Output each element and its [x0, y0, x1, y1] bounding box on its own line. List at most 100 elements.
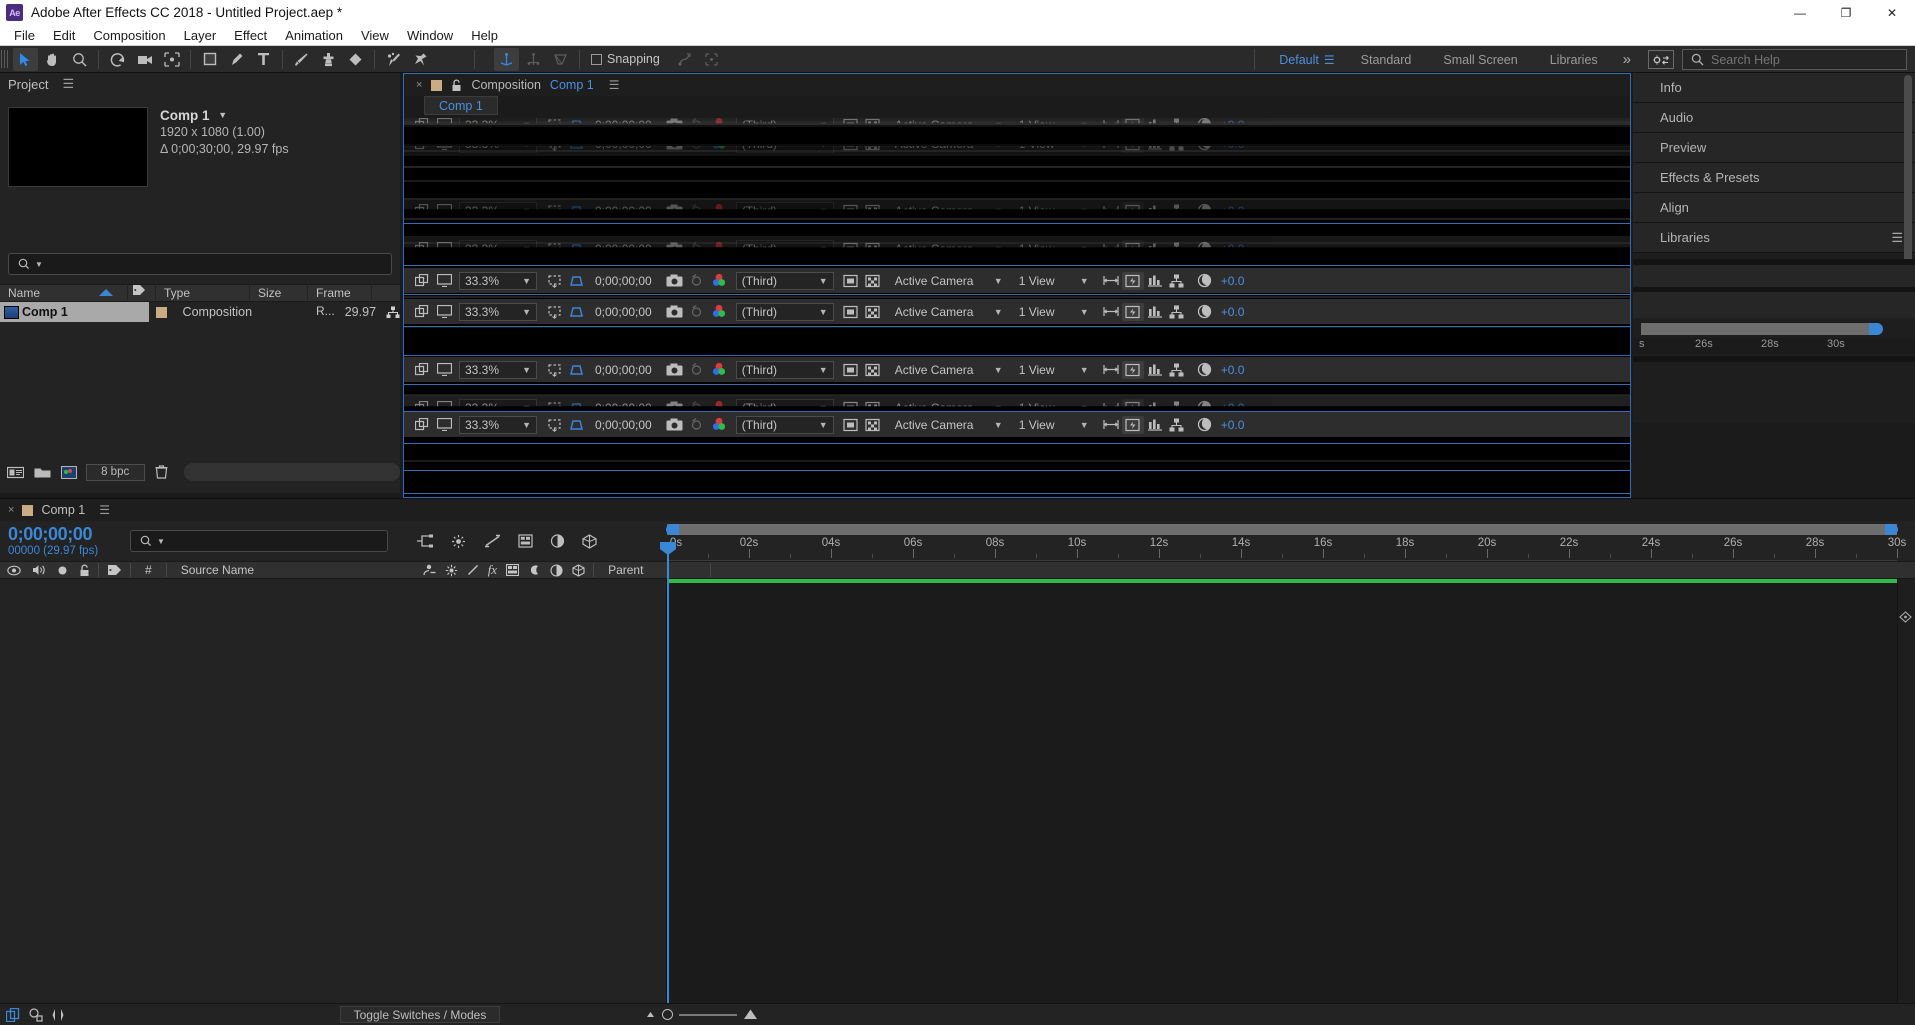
resolution-select[interactable]: (Third)▼ [735, 302, 834, 321]
column-size[interactable]: Size [250, 284, 308, 302]
project-search-field[interactable]: ▼ [8, 253, 392, 275]
audio-speaker-icon[interactable] [32, 564, 46, 576]
pixel-aspect-correction-icon[interactable] [1100, 303, 1122, 321]
always-preview-icon[interactable] [411, 272, 433, 290]
timeline-layer-list[interactable] [0, 579, 667, 1003]
toggle-transparency-grid-icon[interactable] [862, 272, 884, 290]
region-of-interest-icon[interactable] [543, 272, 565, 290]
graph-editor-icon[interactable] [582, 533, 597, 549]
monitor-icon[interactable] [433, 361, 455, 379]
work-area-start-handle[interactable] [666, 524, 679, 535]
camera-select[interactable]: Active Camera▼ [890, 361, 1008, 379]
exposure-reset-icon[interactable] [1194, 361, 1216, 379]
transparency-grid-icon[interactable] [565, 361, 587, 379]
frame-blending-icon[interactable] [518, 534, 533, 548]
always-preview-icon[interactable] [411, 303, 433, 321]
workspace-settings-icon[interactable] [1648, 50, 1674, 69]
region-of-interest-toggle-icon[interactable] [840, 361, 862, 379]
collapse-icon[interactable] [467, 564, 479, 576]
search-dropdown-icon[interactable]: ▼ [35, 260, 43, 269]
fast-previews-icon[interactable] [1121, 271, 1144, 290]
panel-audio[interactable]: Audio [1633, 103, 1915, 133]
table-row[interactable]: Comp 1 Composition 29.97 [0, 302, 400, 322]
transparency-grid-icon[interactable] [565, 303, 587, 321]
column-frame-rate[interactable]: Frame R... [308, 284, 372, 318]
pixel-aspect-correction-icon[interactable] [1100, 416, 1122, 434]
pixel-aspect-correction-icon[interactable] [1100, 272, 1122, 290]
camera-select[interactable]: Active Camera▼ [890, 303, 1008, 321]
composition-mini-flowchart-icon[interactable] [416, 534, 433, 548]
show-snapshot-icon[interactable] [686, 303, 708, 321]
exposure-reset-icon[interactable] [1194, 416, 1216, 434]
snap-align-icon[interactable] [672, 48, 697, 71]
magnification-select[interactable]: 33.3%▼ [459, 360, 537, 379]
column-type[interactable]: Type [156, 284, 250, 302]
large-thumb-icon[interactable] [743, 1009, 758, 1020]
region-of-interest-icon[interactable] [543, 361, 565, 379]
menu-file[interactable]: File [5, 25, 44, 46]
resolution-select[interactable]: (Third)▼ [735, 415, 834, 434]
workspace-standard[interactable]: Standard [1345, 53, 1428, 67]
zoom-tool[interactable] [67, 48, 92, 71]
puppet-pin-tool[interactable] [408, 48, 433, 71]
in-out-panel-icon[interactable] [52, 1008, 64, 1022]
menu-help[interactable]: Help [462, 25, 507, 46]
camera-tool[interactable] [132, 48, 157, 71]
always-preview-icon[interactable] [411, 361, 433, 379]
lock-icon[interactable] [79, 563, 90, 577]
eraser-tool[interactable] [343, 48, 368, 71]
tag-icon[interactable] [107, 564, 122, 576]
workspace-libraries[interactable]: Libraries [1534, 53, 1614, 67]
close-icon[interactable]: × [416, 79, 422, 91]
pen-tool[interactable] [224, 48, 249, 71]
small-thumb-icon[interactable] [645, 1010, 656, 1019]
resolution-select[interactable]: (Third)▼ [735, 271, 834, 290]
local-axis-mode-icon[interactable] [494, 47, 519, 71]
adjustment-icon[interactable] [550, 563, 563, 577]
column-source-name[interactable]: Source Name [175, 563, 415, 577]
panel-info[interactable]: Info [1633, 73, 1915, 103]
shy-icon[interactable] [445, 564, 458, 577]
layer-switches-icon[interactable] [6, 1007, 20, 1022]
views-select[interactable]: 1 View▼ [1014, 416, 1094, 434]
interpret-footage-icon[interactable] [5, 463, 26, 481]
timeline-zoom-slider[interactable] [645, 1009, 758, 1020]
panel-effects-presets[interactable]: Effects & Presets [1633, 163, 1915, 193]
work-area-bar[interactable] [666, 524, 1898, 535]
workspace-menu-icon[interactable]: ☰ [1322, 53, 1345, 67]
shape-tool[interactable] [197, 48, 222, 71]
zoom-slider-knob[interactable] [662, 1009, 673, 1020]
work-area-end-handle[interactable] [1885, 524, 1898, 535]
views-select[interactable]: 1 View▼ [1014, 361, 1094, 379]
timeline-button-icon[interactable] [1144, 361, 1166, 379]
fx-icon[interactable]: fx [488, 562, 497, 578]
show-channel-icon[interactable] [708, 303, 730, 321]
snap-bounds-icon[interactable] [699, 48, 724, 71]
search-help-input[interactable] [1711, 52, 1881, 67]
panel-libraries[interactable]: Libraries ☰ [1633, 223, 1915, 253]
draft-3d-icon[interactable] [450, 534, 467, 549]
column-label-swatch[interactable] [128, 284, 156, 302]
toolbar-drag-handle[interactable] [1, 50, 10, 68]
toggle-transparency-grid-icon[interactable] [862, 416, 884, 434]
fast-previews-icon[interactable] [1121, 415, 1144, 434]
resolution-select[interactable]: (Third)▼ [735, 360, 834, 379]
workspace-default[interactable]: Default [1263, 53, 1322, 67]
timeline-button-icon[interactable] [1144, 416, 1166, 434]
always-preview-icon[interactable] [411, 416, 433, 434]
view-axis-mode-icon[interactable] [548, 48, 573, 71]
new-folder-icon[interactable] [32, 463, 53, 481]
world-axis-mode-icon[interactable] [521, 48, 546, 71]
maximize-button[interactable]: ❐ [1823, 0, 1869, 25]
take-snapshot-icon[interactable] [664, 361, 686, 379]
solo-icon[interactable] [57, 565, 68, 576]
viewer-options-bar[interactable]: 33.3%▼ 0;00;00;00 (Third)▼ Active Camera▼ 1 … [404, 357, 1630, 382]
region-of-interest-toggle-icon[interactable] [840, 272, 862, 290]
timeline-button-icon[interactable] [1144, 303, 1166, 321]
comp-flowchart-icon[interactable] [1166, 361, 1188, 379]
motion-blur-icon[interactable] [550, 534, 565, 548]
show-snapshot-icon[interactable] [686, 272, 708, 290]
exposure-reset-icon[interactable] [1194, 303, 1216, 321]
viewer-options-bar[interactable]: 33.3%▼ 0;00;00;00 (Third)▼ Active Camera▼ 1 … [404, 412, 1630, 437]
time-ruler[interactable]: 0s 02s 04s 06s 08s 10s 12s 14s 16s 18s 20s 22s 24s 26… [667, 537, 1906, 561]
